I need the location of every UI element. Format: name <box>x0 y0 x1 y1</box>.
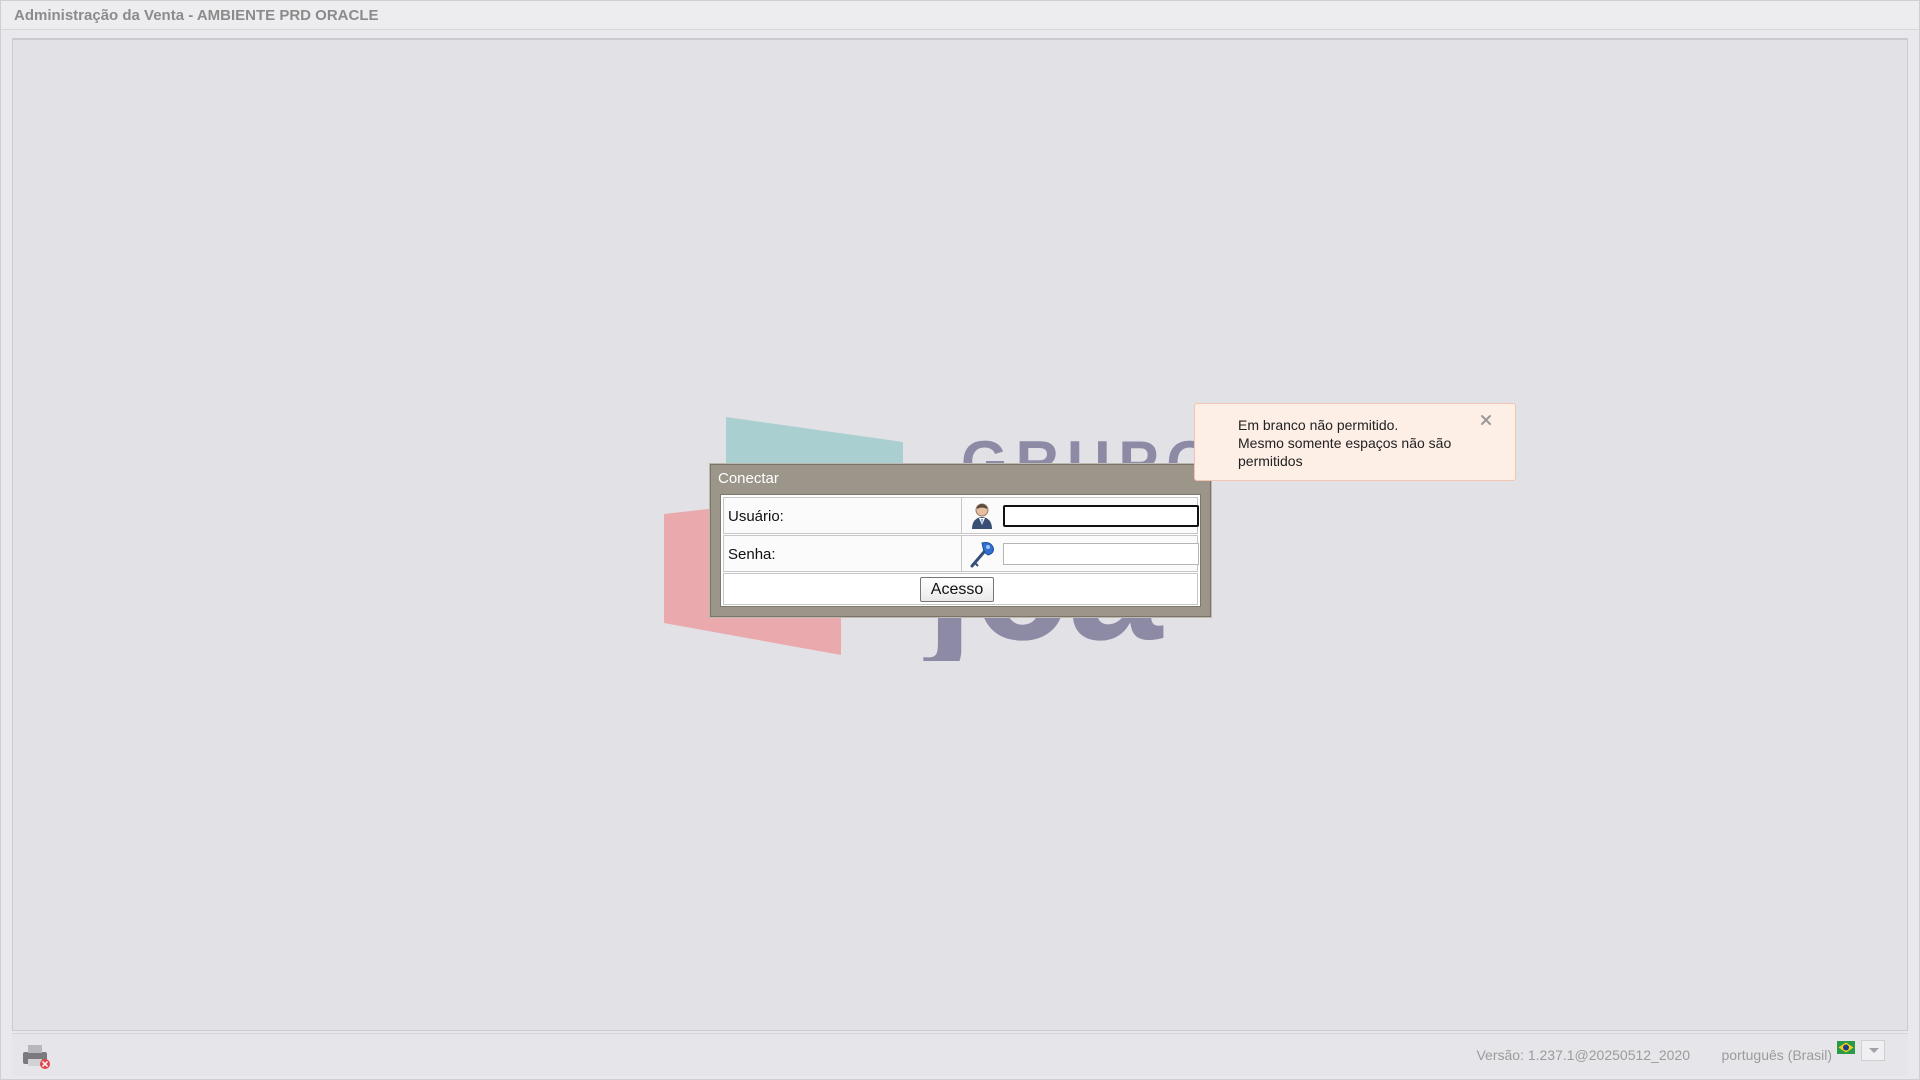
app-window: Administração da Venta - AMBIENTE PRD OR… <box>0 0 1920 1080</box>
login-dialog-title: Conectar <box>718 470 779 487</box>
user-row: Usuário: <box>723 497 1199 534</box>
login-dialog: Conectar Usuário: Senha: Acesso <box>710 464 1211 617</box>
toast-message-line-1: Em branco não permitido. <box>1238 417 1399 433</box>
username-input[interactable] <box>1003 505 1199 527</box>
access-button[interactable]: Acesso <box>920 577 994 602</box>
toast-message-line-2: Mesmo somente espaços não são permitidos <box>1238 435 1452 469</box>
user-icon <box>972 503 992 529</box>
user-label: Usuário: <box>728 508 784 525</box>
title-bar: Administração da Venta - AMBIENTE PRD OR… <box>1 1 1919 30</box>
login-actions-row: Acesso <box>723 573 1198 605</box>
login-form: Usuário: Senha: Acesso <box>720 494 1201 607</box>
status-footer: Versão: 1.237.1@20250512_2020 português … <box>12 1033 1908 1076</box>
brazil-flag-icon <box>1837 1041 1855 1054</box>
key-icon <box>970 542 994 568</box>
password-input[interactable] <box>1003 543 1199 565</box>
toast-message: Em branco não permitido. Mesmo somente e… <box>1238 416 1478 470</box>
version-label: Versão: 1.237.1@20250512_2020 <box>1476 1047 1690 1063</box>
language-dropdown[interactable] <box>1861 1040 1885 1061</box>
password-label: Senha: <box>728 546 776 563</box>
language-label: português (Brasil) <box>1721 1047 1833 1063</box>
close-icon[interactable] <box>1479 413 1493 427</box>
validation-toast: Em branco não permitido. Mesmo somente e… <box>1194 403 1516 481</box>
password-row: Senha: <box>723 535 1199 572</box>
window-title: Administração da Venta - AMBIENTE PRD OR… <box>14 7 379 24</box>
row-divider <box>961 498 962 533</box>
row-divider <box>961 536 962 571</box>
printer-error-icon[interactable] <box>21 1042 51 1070</box>
